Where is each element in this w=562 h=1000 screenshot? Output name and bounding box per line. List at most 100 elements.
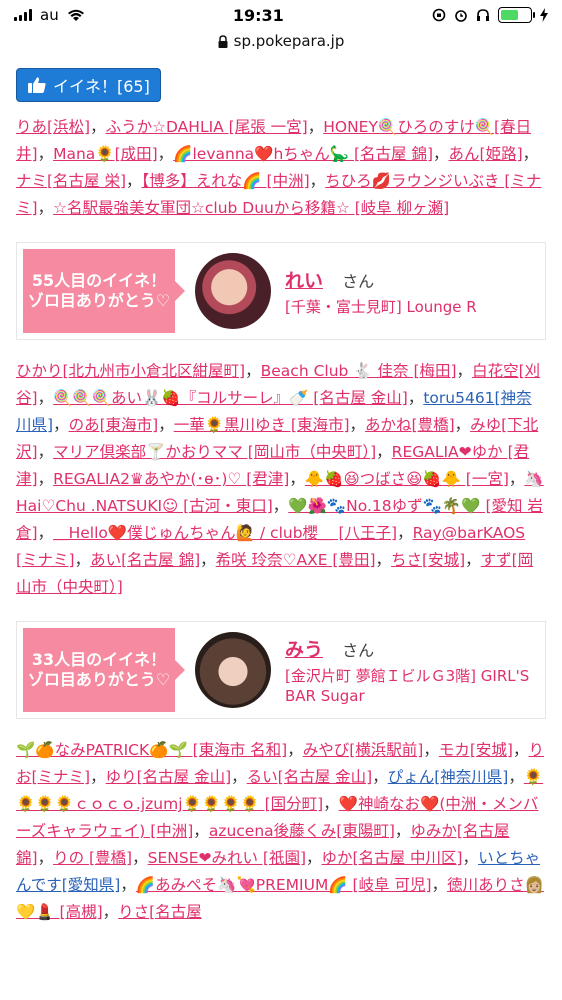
liker-link[interactable]: あかね[豊橋] — [365, 416, 455, 434]
url-domain: sp.pokepara.jp — [233, 32, 345, 50]
separator: ， — [231, 768, 247, 786]
liker-link[interactable]: Beach Club 🐇 佳奈 [梅田] — [261, 362, 457, 380]
separator: ， — [126, 172, 142, 190]
liker-link[interactable]: ぴょん[神奈川県] — [388, 768, 509, 786]
separator: ， — [508, 470, 525, 488]
like-button-label: イイネ！[65] — [53, 77, 150, 96]
avatar[interactable] — [195, 632, 271, 708]
milestone-label: 33人目のイイネ！ゾロ目ありがとう♡ — [23, 628, 185, 712]
separator: ， — [37, 524, 54, 542]
separator: ， — [323, 795, 339, 813]
liker-link[interactable]: ふうか☆DAHLIA [尾張 一宮] — [106, 118, 308, 136]
thumbs-up-icon — [28, 77, 46, 93]
liker-link[interactable]: あい[名古屋 錦] — [90, 551, 200, 569]
liker-link[interactable]: ちさ[安城] — [391, 551, 465, 569]
lock-icon — [218, 34, 228, 48]
liker-link[interactable]: ＿Hello❤️僕じゅんちゃん🙋 / club櫻＿ [八王子] — [53, 524, 397, 542]
separator: ， — [37, 443, 54, 461]
separator: ， — [397, 524, 413, 542]
separator: ， — [102, 903, 119, 921]
liker-link[interactable]: ひかり[北九州市小倉北区紺屋町] — [16, 362, 245, 380]
separator: ， — [158, 416, 174, 434]
separator: ， — [407, 389, 424, 407]
liker-shop: [金沢片町 夢館ＩビルＧ3階] GIRL'S BAR Sugar — [285, 666, 530, 705]
liker-link[interactable]: 🌈あみぺそ🦄💘PREMIUM🌈 [岐阜 可児] — [136, 876, 432, 894]
separator: ， — [287, 741, 303, 759]
separator: ， — [272, 497, 289, 515]
separator: ， — [306, 849, 322, 867]
liker-link[interactable]: ゆか[名古屋 中川区] — [322, 849, 463, 867]
orientation-lock-icon — [432, 8, 446, 22]
separator: ， — [37, 849, 54, 867]
honorific: さん — [342, 640, 375, 660]
headphones-icon — [476, 9, 489, 21]
liker-link[interactable]: ナミ[名古屋 栄] — [16, 172, 126, 190]
separator: ， — [512, 741, 529, 759]
liker-link[interactable]: モカ[安城] — [439, 741, 513, 759]
liker-link[interactable]: みやび[横浜駅前] — [303, 741, 424, 759]
avatar[interactable] — [195, 253, 271, 329]
liker-link[interactable]: 一華🌻黒川ゆき [東海市] — [174, 416, 350, 434]
liker-list-1: りあ[浜松]，ふうか☆DAHLIA [尾張 一宮]，HONEY🍭ひろのすけ🍭[春… — [16, 114, 546, 222]
separator: ， — [37, 389, 54, 407]
liker-link[interactable]: るい[名古屋 金山] — [247, 768, 373, 786]
separator: ， — [37, 145, 54, 163]
separator: ， — [37, 199, 54, 217]
separator: ， — [433, 145, 449, 163]
liker-link[interactable]: マリア倶楽部🍸かおりママ [岡山市（中央町）] — [53, 443, 376, 461]
liker-link[interactable]: あん[姫路] — [449, 145, 523, 163]
liker-link[interactable]: 【博多】えれな🌈 [中洲] — [142, 172, 310, 190]
liker-list-2: ひかり[北九州市小倉北区紺屋町]，Beach Club 🐇 佳奈 [梅田]，白花… — [16, 358, 546, 601]
separator: ， — [120, 876, 136, 894]
liker-link[interactable]: りさ[名古屋 — [118, 903, 202, 921]
separator: ， — [456, 362, 473, 380]
liker-list-3: 🌱🍊なみPATRICK🍊🌱 [東海市 名和]，みやび[横浜駅前]，モカ[安城]，… — [16, 737, 546, 926]
milestone-label: 55人目のイイネ！ゾロ目ありがとう♡ — [23, 249, 185, 333]
separator: ， — [349, 416, 366, 434]
liker-link[interactable]: 🍭🍭🍭あい🐰🍓『コルサーレ』🍼 [名古屋 金山] — [53, 389, 408, 407]
liker-link[interactable]: のあ[東海市] — [69, 416, 159, 434]
separator: ， — [90, 118, 106, 136]
liker-name-link[interactable]: みう — [285, 639, 323, 661]
separator: ， — [465, 551, 481, 569]
liker-link[interactable]: りあ[浜松] — [16, 118, 90, 136]
liker-link[interactable]: 🐥🍓😆つばさ😆🍓🐥 [一宮] — [305, 470, 509, 488]
separator: ， — [193, 822, 209, 840]
separator: ， — [37, 470, 54, 488]
liker-link[interactable]: Mana🌻[成田] — [53, 145, 158, 163]
separator: ， — [53, 416, 69, 434]
url-bar[interactable]: sp.pokepara.jp — [0, 30, 562, 52]
liker-link[interactable]: 🌈levanna❤️hちゃん🦕 [名古屋 錦] — [173, 145, 433, 163]
separator: ， — [90, 768, 106, 786]
clock: 19:31 — [232, 5, 284, 25]
milestone-card-2: 33人目のイイネ！ゾロ目ありがとう♡ みう さん [金沢片町 夢館ＩビルＧ3階]… — [16, 621, 546, 719]
honorific: さん — [342, 271, 375, 291]
like-button[interactable]: イイネ！[65] — [16, 68, 161, 102]
separator: ， — [200, 551, 216, 569]
liker-link[interactable]: REGALIA2♛あやか(･ө･)♡ [君津] — [53, 470, 289, 488]
separator: ， — [376, 443, 392, 461]
liker-link[interactable]: ☆名駅最強美女軍団☆club Duuから移籍☆ [岐阜 柳ヶ瀬] — [53, 199, 449, 217]
liker-name-link[interactable]: れい — [285, 270, 323, 292]
separator: ， — [462, 849, 479, 867]
separator: ， — [522, 145, 539, 163]
liker-link[interactable]: 希咲 玲奈♡AXE [豊田] — [216, 551, 376, 569]
separator: ， — [508, 768, 524, 786]
separator: ， — [307, 118, 324, 136]
separator: ， — [394, 822, 411, 840]
carrier-label: au — [40, 6, 59, 24]
separator: ， — [245, 362, 261, 380]
separator: ， — [157, 145, 174, 163]
liker-link[interactable]: 🌱🍊なみPATRICK🍊🌱 [東海市 名和] — [16, 741, 287, 759]
wifi-icon — [67, 9, 84, 21]
liker-link[interactable]: SENSE❤みれい [祇園] — [148, 849, 306, 867]
separator: ， — [423, 741, 439, 759]
alarm-icon — [455, 10, 467, 22]
charging-icon — [539, 8, 548, 22]
separator: ， — [309, 172, 326, 190]
separator: ， — [454, 416, 471, 434]
liker-link[interactable]: りの [豊橋] — [53, 849, 132, 867]
liker-link[interactable]: azucena後藤くみ[東陽町] — [209, 822, 395, 840]
separator: ， — [372, 768, 388, 786]
liker-link[interactable]: ゆり[名古屋 金山] — [106, 768, 232, 786]
